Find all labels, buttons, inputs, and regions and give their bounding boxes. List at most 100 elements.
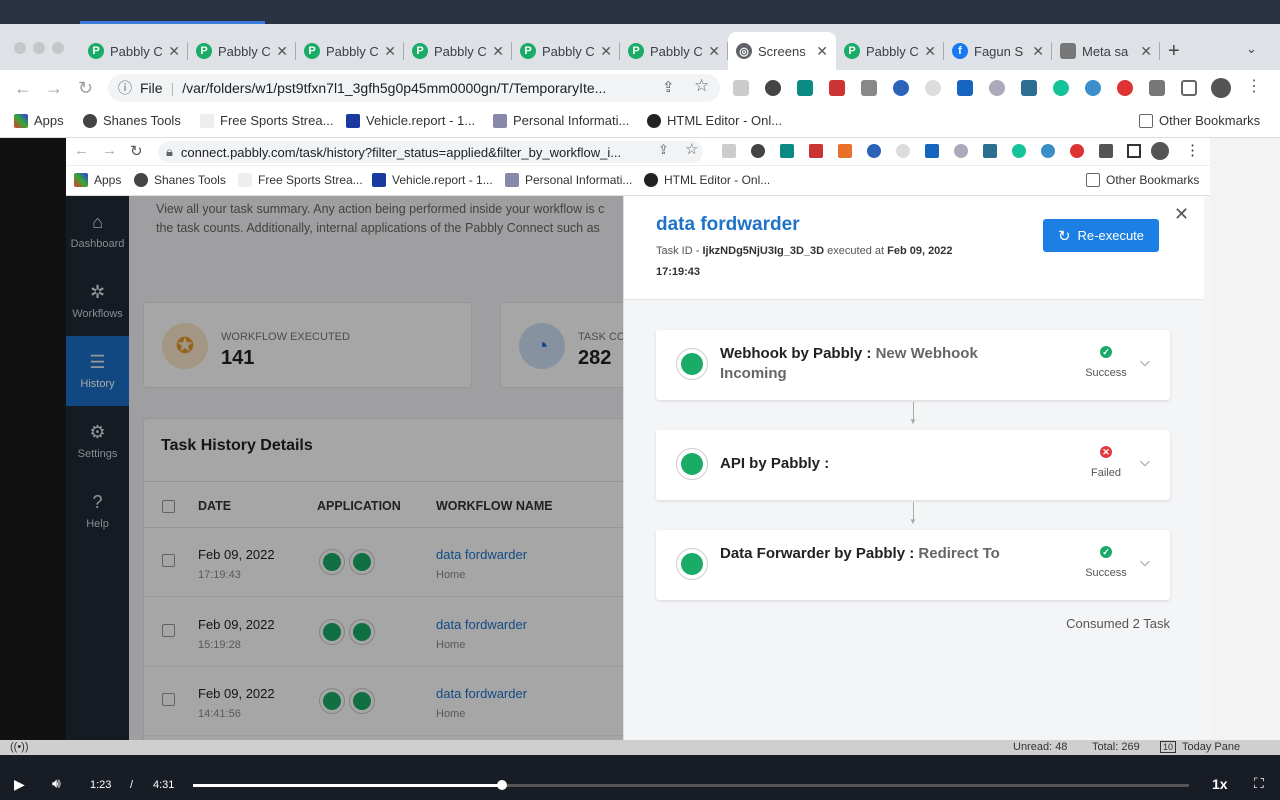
bookmark-apps[interactable]: Apps [14, 113, 64, 128]
extension-icon[interactable] [733, 80, 749, 96]
bookmark-sports[interactable]: Free Sports Strea... [238, 173, 363, 187]
sidepanel-icon[interactable] [1127, 144, 1141, 158]
outer-tab[interactable]: P Pabbly C ✕ [296, 32, 404, 70]
avatar[interactable] [1211, 78, 1231, 98]
close-window-icon[interactable] [14, 42, 26, 54]
close-tab-icon[interactable]: ✕ [924, 43, 936, 60]
modal-backdrop[interactable] [129, 196, 623, 740]
bookmark-personal[interactable]: Personal Informati... [493, 113, 629, 128]
extension-icon[interactable] [765, 80, 781, 96]
bookmark-shanes-tools[interactable]: Shanes Tools [134, 173, 226, 187]
outer-tab[interactable]: P Pabbly C ✕ [836, 32, 944, 70]
sidepanel-icon[interactable] [1181, 80, 1197, 96]
new-tab-icon[interactable]: + [1168, 40, 1180, 63]
reload-icon[interactable]: ↻ [130, 142, 143, 160]
close-tab-icon[interactable]: ✕ [708, 43, 720, 60]
extension-icon[interactable] [1070, 144, 1084, 158]
extension-icon[interactable] [954, 144, 968, 158]
chevron-down-icon[interactable]: ⌵ [1140, 454, 1150, 470]
outer-tab[interactable]: P Pabbly C ✕ [620, 32, 728, 70]
extension-icon[interactable] [1117, 80, 1133, 96]
forward-icon[interactable]: → [102, 142, 117, 159]
minimize-window-icon[interactable] [33, 42, 45, 54]
chevron-down-icon[interactable]: ⌵ [1140, 554, 1150, 570]
extension-icon[interactable] [838, 144, 852, 158]
share-icon[interactable]: ⇪ [662, 78, 675, 96]
outer-tab[interactable]: ◎ Screens ✕ [728, 32, 836, 70]
tab-search-icon[interactable]: ⌄ [1246, 41, 1257, 57]
chevron-down-icon[interactable]: ⌵ [1140, 354, 1150, 370]
bookmark-apps[interactable]: Apps [74, 173, 121, 187]
puzzle-icon[interactable] [1099, 144, 1113, 158]
extension-icon[interactable] [1085, 80, 1101, 96]
extension-icon[interactable] [957, 80, 973, 96]
other-bookmarks[interactable]: Other Bookmarks [1086, 173, 1199, 187]
extension-icon[interactable] [896, 144, 910, 158]
bookmark-vehicle[interactable]: Vehicle.report - 1... [346, 113, 475, 128]
extension-icon[interactable] [797, 80, 813, 96]
bookmark-html-editor[interactable]: HTML Editor - Onl... [644, 173, 770, 187]
modal-backdrop[interactable] [66, 196, 129, 740]
avatar[interactable] [1151, 142, 1169, 160]
extension-icon[interactable] [1053, 80, 1069, 96]
extension-icon[interactable] [893, 80, 909, 96]
playback-speed[interactable]: 1x [1212, 776, 1228, 792]
step-card-api[interactable]: API by Pabbly : ✕ Failed ⌵ [656, 430, 1170, 500]
outer-tab[interactable]: P Pabbly C ✕ [80, 32, 188, 70]
close-tab-icon[interactable]: ✕ [492, 43, 504, 60]
other-bookmarks[interactable]: Other Bookmarks [1139, 113, 1260, 128]
reload-icon[interactable]: ↻ [78, 78, 93, 99]
extension-icon[interactable] [1012, 144, 1026, 158]
extension-icon[interactable] [809, 144, 823, 158]
outer-address-input[interactable]: ⓘ File | /var/folders/w1/pst9tfxn7l1_3gf… [108, 74, 720, 102]
close-tab-icon[interactable]: ✕ [816, 43, 828, 60]
bookmark-star-icon[interactable]: ☆ [694, 76, 709, 96]
step-card-data-forwarder[interactable]: Data Forwarder by Pabbly : Redirect To ✓… [656, 530, 1170, 600]
extension-icon[interactable] [867, 144, 881, 158]
inner-address-input[interactable]: 🔒︎ connect.pabbly.com/task/history?filte… [158, 141, 703, 163]
close-tab-icon[interactable]: ✕ [1140, 43, 1152, 60]
menu-icon[interactable]: ⋮ [1246, 76, 1262, 96]
bookmark-sports[interactable]: Free Sports Strea... [200, 113, 333, 128]
re-execute-button[interactable]: ↻ Re-execute [1043, 219, 1159, 252]
back-icon[interactable]: ← [14, 78, 32, 99]
step-card-webhook[interactable]: Webhook by Pabbly : New Webhook Incoming… [656, 330, 1170, 400]
back-icon[interactable]: ← [74, 142, 89, 159]
fullscreen-icon[interactable]: ⛶ [1254, 775, 1264, 792]
share-icon[interactable]: ⇪ [658, 142, 669, 158]
outer-tab[interactable]: f Fagun S ✕ [944, 32, 1052, 70]
bookmark-shanes-tools[interactable]: Shanes Tools [83, 113, 181, 128]
seek-handle[interactable] [496, 780, 507, 790]
volume-icon[interactable]: 🔊︎ [52, 775, 61, 792]
extension-icon[interactable] [983, 144, 997, 158]
bookmark-vehicle[interactable]: Vehicle.report - 1... [372, 173, 493, 187]
close-tab-icon[interactable]: ✕ [600, 43, 612, 60]
extension-icon[interactable] [780, 144, 794, 158]
outer-tab[interactable]: Meta sa ✕ [1052, 32, 1160, 70]
extension-icon[interactable] [989, 80, 1005, 96]
extension-icon[interactable] [829, 80, 845, 96]
bookmark-html-editor[interactable]: HTML Editor - Onl... [647, 113, 782, 128]
extension-icon[interactable] [751, 144, 765, 158]
extension-icon[interactable] [925, 80, 941, 96]
outer-tab[interactable]: P Pabbly C ✕ [404, 32, 512, 70]
forward-icon[interactable]: → [45, 78, 63, 99]
close-tab-icon[interactable]: ✕ [1032, 43, 1044, 60]
puzzle-icon[interactable] [1149, 80, 1165, 96]
extension-icon[interactable] [1041, 144, 1055, 158]
close-tab-icon[interactable]: ✕ [384, 43, 396, 60]
menu-icon[interactable]: ⋮ [1185, 141, 1200, 159]
outer-tab[interactable]: P Pabbly C ✕ [188, 32, 296, 70]
info-icon[interactable]: ⓘ [118, 78, 132, 98]
close-tab-icon[interactable]: ✕ [276, 43, 288, 60]
extension-icon[interactable] [925, 144, 939, 158]
extension-icon[interactable] [1021, 80, 1037, 96]
close-icon[interactable]: ✕ [1174, 204, 1189, 225]
today-pane[interactable]: Today Pane [1182, 741, 1240, 753]
extension-icon[interactable] [861, 80, 877, 96]
extension-icon[interactable] [722, 144, 736, 158]
close-tab-icon[interactable]: ✕ [168, 43, 180, 60]
maximize-window-icon[interactable] [52, 42, 64, 54]
play-icon[interactable]: ▶ [14, 776, 25, 793]
seek-bar[interactable] [193, 780, 1189, 790]
